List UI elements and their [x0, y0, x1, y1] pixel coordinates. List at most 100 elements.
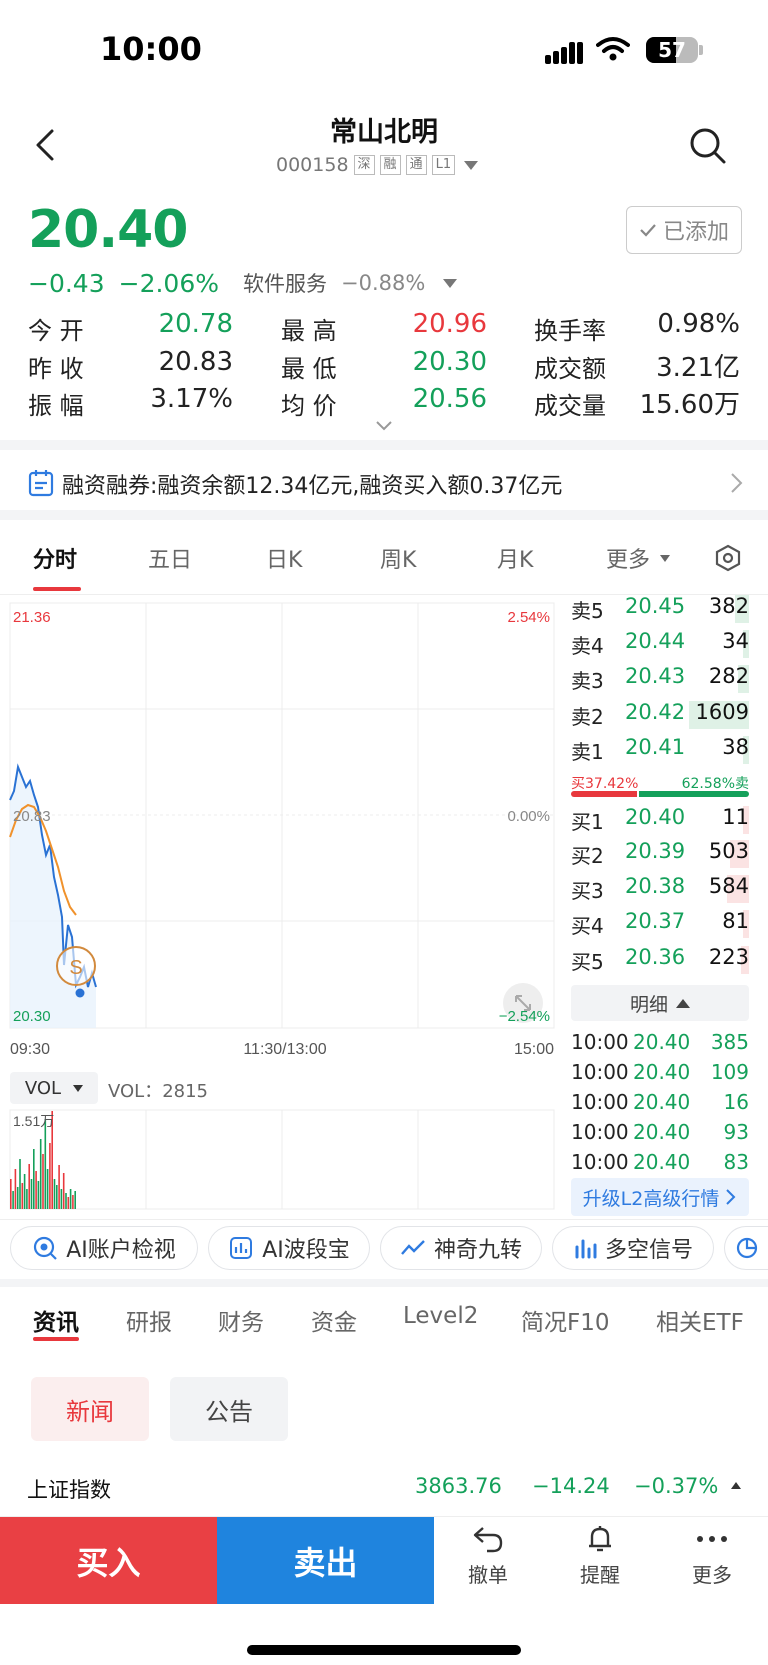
price-change: −0.43: [28, 268, 105, 298]
stat-value: 20.96: [412, 309, 487, 339]
section-divider: [0, 1279, 768, 1287]
order-qty: 11: [722, 805, 749, 829]
trade-detail-button[interactable]: 明细: [571, 985, 749, 1021]
price-change-line: −0.43 −2.06% 软件服务 −0.88%: [28, 268, 458, 298]
tab-finance[interactable]: 财务: [218, 1303, 264, 1337]
tab-research[interactable]: 研报: [126, 1303, 172, 1337]
tab-more[interactable]: 更多: [606, 542, 671, 574]
order-qty: 34: [722, 629, 749, 653]
tick-time: 10:00: [571, 1060, 629, 1084]
order-qty: 503: [708, 839, 749, 863]
more-tools-chip[interactable]: [724, 1226, 768, 1270]
order-price: 20.40: [625, 805, 686, 829]
index-change: −14.24: [532, 1474, 610, 1498]
alert-button[interactable]: 提醒: [555, 1524, 645, 1588]
order-price: 20.41: [625, 735, 686, 759]
tab-five-day[interactable]: 五日: [148, 542, 192, 574]
bid-order-row[interactable]: 买5 20.36 223: [571, 944, 749, 976]
volume-bar: [74, 1191, 76, 1209]
tab-daily-k[interactable]: 日K: [266, 542, 302, 574]
tab-monthly-k[interactable]: 月K: [497, 542, 533, 574]
volume-bar: [49, 1143, 51, 1209]
ask-order-row[interactable]: 卖3 20.43 282: [571, 663, 749, 695]
stat-label: 昨 收: [28, 355, 84, 383]
volume-bar: [26, 1189, 28, 1209]
stat-label: 成交量: [534, 392, 606, 420]
announcement-pill[interactable]: 公告: [170, 1377, 288, 1441]
added-to-watchlist-button[interactable]: 已添加: [626, 206, 742, 254]
stock-code-row[interactable]: 000158 深 融 通 L1: [276, 154, 479, 176]
wave-chart-icon: [230, 1237, 253, 1259]
current-price-dot: [75, 988, 85, 998]
stat-value: 3.21亿: [656, 353, 740, 383]
volume-bar: [44, 1119, 47, 1209]
order-price: 20.39: [625, 839, 686, 863]
alert-label: 提醒: [580, 1563, 620, 1587]
tab-capital[interactable]: 资金: [311, 1303, 357, 1337]
calendar-icon: [28, 470, 54, 497]
tab-news-info[interactable]: 资讯: [33, 1303, 79, 1337]
order-price: 20.38: [625, 874, 686, 898]
ai-account-review-chip[interactable]: AI账户检视: [10, 1226, 198, 1270]
volume-bar: [28, 1164, 30, 1209]
volume-bar: [19, 1159, 21, 1209]
sector-name[interactable]: 软件服务: [243, 268, 327, 298]
tab-level2[interactable]: Level2: [403, 1303, 478, 1329]
chip-label: AI账户检视: [66, 1238, 176, 1263]
ask-order-row[interactable]: 卖2 20.42 1609: [571, 699, 749, 731]
index-ticker[interactable]: 上证指数 3863.76 −14.24 −0.37%: [0, 1474, 768, 1514]
search-icon[interactable]: [688, 126, 728, 166]
ask-order-row[interactable]: 卖1 20.41 38: [571, 734, 749, 766]
tab-intraday[interactable]: 分时: [33, 542, 77, 574]
y-high-label: 21.36: [13, 609, 51, 626]
tick-price: 20.40: [633, 1120, 691, 1144]
cancel-order-button[interactable]: 撤单: [443, 1524, 533, 1588]
order-level-label: 卖3: [571, 669, 604, 693]
ask-order-row[interactable]: 卖4 20.44 34: [571, 628, 749, 660]
tick-price: 20.40: [633, 1150, 691, 1170]
more-button[interactable]: 更多: [667, 1524, 757, 1588]
sector-change[interactable]: −0.88%: [341, 271, 425, 295]
order-level-label: 买4: [571, 914, 604, 938]
sell-button[interactable]: 卖出: [217, 1517, 434, 1604]
buy-button[interactable]: 买入: [0, 1517, 217, 1604]
bid-order-row[interactable]: 买1 20.40 11: [571, 804, 749, 836]
intraday-chart[interactable]: S 21.36 20.83 20.30 2.54% 0.00% −2.54% 0…: [0, 595, 560, 1215]
bull-bear-signal-chip[interactable]: 多空信号: [552, 1226, 714, 1270]
chevron-right-icon: [731, 473, 743, 493]
order-level-label: 买1: [571, 810, 604, 834]
ask-order-row[interactable]: 卖5 20.45 382: [571, 593, 749, 625]
order-level-label: 卖5: [571, 599, 604, 623]
bar-chart-icon: [575, 1239, 597, 1259]
pct-high-label: 2.54%: [507, 609, 550, 626]
bid-order-row[interactable]: 买3 20.38 584: [571, 873, 749, 905]
tab-related-etf[interactable]: 相关ETF: [656, 1303, 768, 1337]
trade-tick-row: 10:00 20.40 83: [571, 1150, 749, 1170]
tab-weekly-k[interactable]: 周K: [380, 542, 416, 574]
bid-order-row[interactable]: 买4 20.37 81: [571, 908, 749, 940]
trade-tick-row: 10:00 20.40 385: [571, 1030, 749, 1058]
volume-indicator-dropdown[interactable]: VOL: [10, 1072, 98, 1104]
active-tab-indicator: [33, 587, 81, 591]
ai-wave-chip[interactable]: AI波段宝: [208, 1226, 370, 1270]
order-price: 20.36: [625, 945, 686, 969]
y-mid-label: 20.83: [13, 808, 51, 825]
volume-bar: [53, 1179, 56, 1209]
upgrade-l2-button[interactable]: 升级L2高级行情: [571, 1178, 749, 1216]
order-level-label: 卖2: [571, 705, 604, 729]
news-pill[interactable]: 新闻: [31, 1377, 149, 1441]
undo-icon: [473, 1527, 503, 1553]
price-area-fill: [10, 767, 96, 1028]
bid-order-row[interactable]: 买2 20.39 503: [571, 838, 749, 870]
margin-trading-row[interactable]: 融资融券:融资余额12.34亿元,融资买入额0.37亿元: [0, 459, 768, 509]
sector-dropdown-icon[interactable]: [443, 278, 458, 288]
tab-f10[interactable]: 简况F10: [521, 1303, 610, 1337]
pie-chart-icon: [736, 1237, 757, 1259]
order-level-label: 买3: [571, 879, 604, 903]
nine-turn-chip[interactable]: 神奇九转: [380, 1226, 542, 1270]
tick-qty: 83: [723, 1150, 749, 1170]
added-label: 已添加: [662, 220, 729, 245]
expand-chevron-icon[interactable]: [375, 420, 393, 432]
index-value: 3863.76: [415, 1474, 502, 1498]
chart-settings-icon[interactable]: [714, 544, 742, 572]
